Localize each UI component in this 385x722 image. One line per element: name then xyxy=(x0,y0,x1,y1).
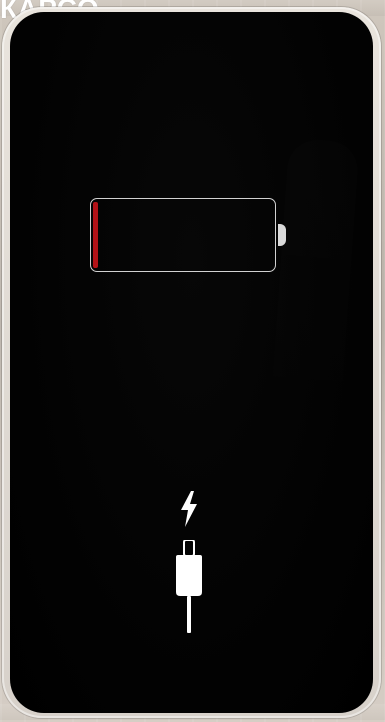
charging-cable-icon xyxy=(176,540,202,633)
charging-indicator xyxy=(170,491,208,633)
phone-shell xyxy=(2,7,381,718)
phone-screen xyxy=(10,12,373,713)
battery-cap xyxy=(278,224,286,246)
screen-reflection xyxy=(268,137,360,443)
lightning-bolt-icon xyxy=(181,491,197,527)
photo-scene: КАРСО xyxy=(0,0,385,722)
battery-icon xyxy=(90,198,286,274)
battery-level xyxy=(93,202,98,268)
battery-outline xyxy=(90,198,276,272)
